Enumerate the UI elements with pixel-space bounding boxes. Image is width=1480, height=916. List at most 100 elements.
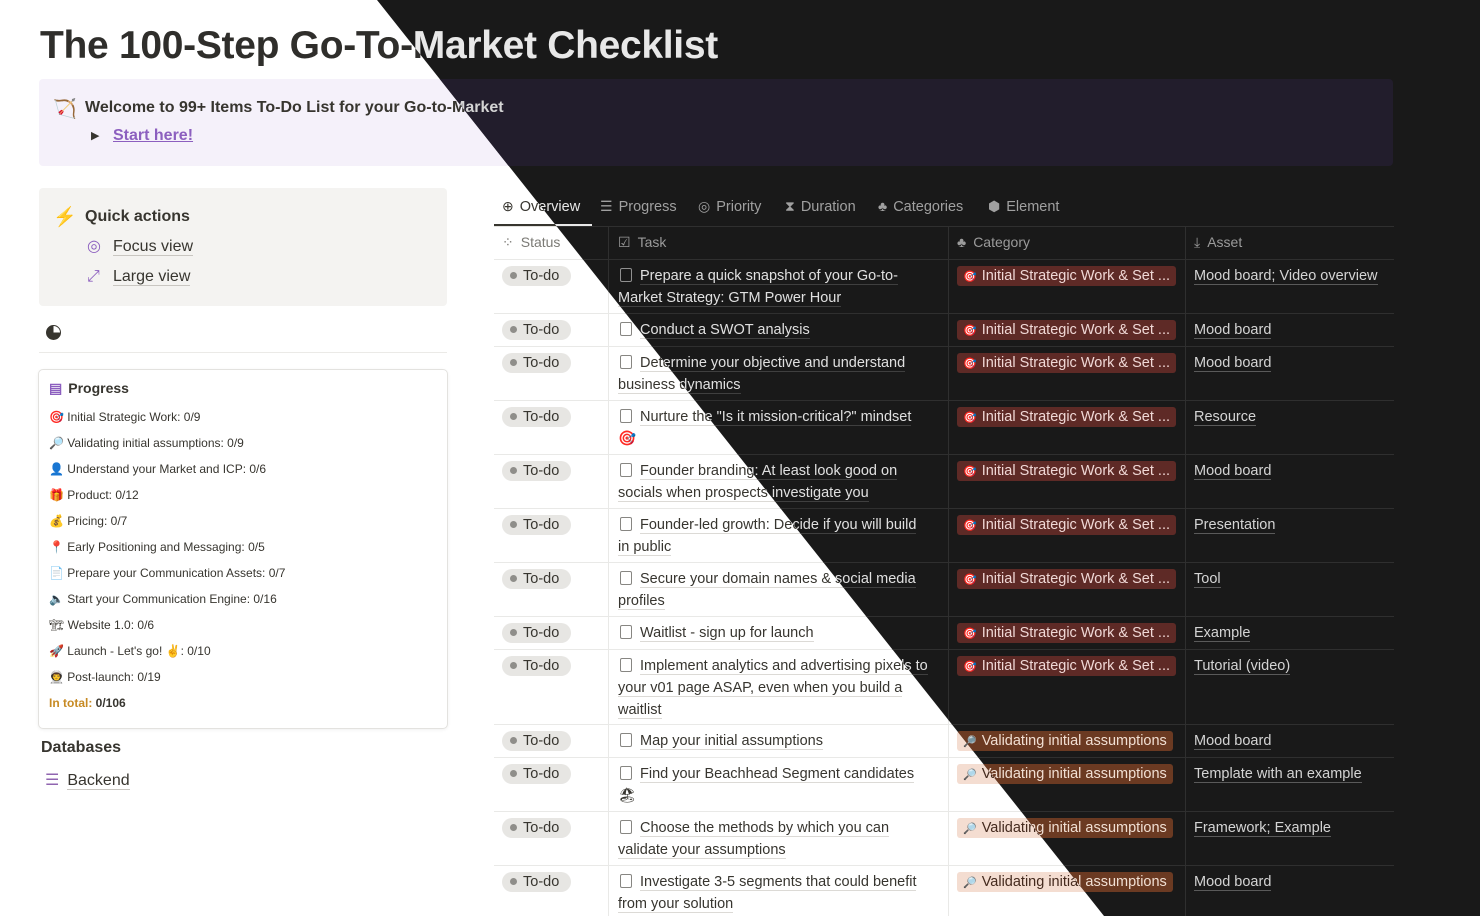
category-tag[interactable]: 🎯Initial Strategic Work & Set ... bbox=[957, 407, 1177, 427]
tab-duration[interactable]: ⧗Duration bbox=[785, 198, 856, 215]
task-title[interactable]: Find your Beachhead Segment candidates🏖 bbox=[618, 763, 940, 807]
focus-view-link[interactable]: ◎ Focus view bbox=[87, 236, 194, 256]
view-tabs: ⊕Overview ☰Progress ◎Priority ⧗Duration … bbox=[494, 190, 1394, 226]
progress-row: 📍 Early Positioning and Messaging: 0/5 bbox=[49, 540, 265, 554]
hourglass-icon: ⧗ bbox=[785, 198, 795, 214]
status-pill[interactable]: To-do bbox=[502, 656, 572, 676]
expand-icon: ⤢ bbox=[87, 268, 100, 285]
progress-row: 💰 Pricing: 0/7 bbox=[49, 514, 128, 528]
progress-row: 🔎 Validating initial assumptions: 0/9 bbox=[49, 436, 244, 450]
category-tag[interactable]: 🔎Validating initial assumptions bbox=[957, 731, 1173, 751]
column-header-category[interactable]: ♣Category bbox=[957, 226, 1030, 259]
shapes-icon: ♣ bbox=[957, 234, 967, 250]
start-here-link[interactable]: Start here! bbox=[113, 127, 193, 145]
tab-priority[interactable]: ◎Priority bbox=[698, 198, 761, 215]
asset-links[interactable]: Framework; Example bbox=[1194, 817, 1331, 839]
pie-chart-icon bbox=[46, 325, 61, 340]
target-icon: ◎ bbox=[698, 198, 711, 214]
asset-links[interactable]: Tool bbox=[1194, 568, 1221, 590]
status-pill[interactable]: To-do bbox=[502, 515, 572, 535]
task-title[interactable]: Choose the methods by which you canvalid… bbox=[618, 817, 940, 861]
progress-card: ▤ Progress 🎯 Initial Strategic Work: 0/9 … bbox=[38, 369, 448, 729]
page-icon bbox=[620, 766, 632, 780]
category-tag[interactable]: 🎯Initial Strategic Work & Set ... bbox=[957, 461, 1177, 481]
progress-row: 👤 Understand your Market and ICP: 0/6 bbox=[49, 462, 267, 476]
status-pill[interactable]: To-do bbox=[502, 407, 572, 427]
status-pill[interactable]: To-do bbox=[502, 353, 572, 373]
asset-links[interactable]: Resource bbox=[1194, 406, 1257, 428]
column-divider bbox=[1185, 226, 1186, 916]
page-icon bbox=[620, 517, 632, 531]
status-pill[interactable]: To-do bbox=[502, 461, 572, 481]
category-tag[interactable]: 🎯Initial Strategic Work & Set ... bbox=[957, 623, 1177, 643]
target-icon: ◎ bbox=[87, 238, 101, 255]
task-title[interactable]: Conduct a SWOT analysis bbox=[618, 319, 940, 341]
column-header-status[interactable]: ⁘Status bbox=[502, 226, 560, 259]
column-header-task[interactable]: ☑Task bbox=[618, 226, 666, 259]
page-icon bbox=[620, 658, 632, 672]
category-tag[interactable]: 🎯Initial Strategic Work & Set ... bbox=[957, 515, 1177, 535]
page-icon bbox=[620, 409, 632, 423]
task-title[interactable]: Investigate 3-5 segments that could bene… bbox=[618, 871, 940, 915]
shapes-icon: ♣ bbox=[878, 198, 888, 214]
progress-row: 🔈 Start your Communication Engine: 0/16 bbox=[49, 592, 277, 606]
asset-links[interactable]: Presentation bbox=[1194, 514, 1276, 536]
large-view-link[interactable]: ⤢ Large view bbox=[87, 268, 191, 286]
asset-links[interactable]: Mood board; Video overview bbox=[1194, 265, 1378, 287]
divider bbox=[39, 352, 447, 353]
category-tag[interactable]: 🎯Initial Strategic Work & Set ... bbox=[957, 353, 1177, 373]
databases-heading: Databases bbox=[41, 739, 122, 756]
progress-row: 🎁 Product: 0/12 bbox=[49, 488, 139, 502]
category-tag[interactable]: 🎯Initial Strategic Work & Set ... bbox=[957, 266, 1177, 286]
quick-actions-title: Quick actions bbox=[85, 208, 190, 225]
task-title[interactable]: Prepare a quick snapshot of your Go-to-M… bbox=[618, 265, 940, 309]
column-header-asset[interactable]: ⤓Asset bbox=[1194, 226, 1242, 259]
page-icon bbox=[620, 268, 632, 282]
checkbox-icon: ☑ bbox=[618, 234, 631, 250]
page-icon bbox=[620, 355, 632, 369]
status-pill[interactable]: To-do bbox=[502, 731, 572, 751]
bow-arrow-icon: 🏹 bbox=[53, 99, 77, 120]
row-divider bbox=[494, 259, 1394, 260]
asset-links[interactable]: Mood board bbox=[1194, 352, 1272, 374]
status-pill[interactable]: To-do bbox=[502, 623, 572, 643]
page-icon bbox=[620, 820, 632, 834]
page-icon bbox=[620, 463, 632, 477]
asset-links[interactable]: Tutorial (video) bbox=[1194, 655, 1291, 677]
asset-links[interactable]: Mood board bbox=[1194, 319, 1272, 341]
progress-row: 🏗 Website 1.0: 0/6 bbox=[49, 618, 155, 632]
asset-links[interactable]: Example bbox=[1194, 622, 1251, 644]
backend-database-link[interactable]: ☰ Backend bbox=[45, 770, 130, 790]
page-icon bbox=[620, 874, 632, 888]
chart-icon: ▤ bbox=[49, 380, 63, 396]
status-pill[interactable]: To-do bbox=[502, 569, 572, 589]
tab-element[interactable]: ⬢Element bbox=[988, 198, 1059, 215]
category-tag[interactable]: 🎯Initial Strategic Work & Set ... bbox=[957, 569, 1177, 589]
tab-categories[interactable]: ♣Categories bbox=[878, 198, 963, 215]
asset-links[interactable]: Template with an example bbox=[1194, 763, 1362, 785]
status-pill[interactable]: To-do bbox=[502, 818, 572, 838]
progress-row: 🚀 Launch - Let's go! ✌️: 0/10 bbox=[49, 644, 211, 658]
asset-links[interactable]: Mood board bbox=[1194, 730, 1272, 752]
task-title[interactable]: Map your initial assumptions bbox=[618, 730, 940, 752]
lightning-icon: ⚡ bbox=[53, 207, 77, 228]
status-pill[interactable]: To-do bbox=[502, 320, 572, 340]
category-tag[interactable]: 🎯Initial Strategic Work & Set ... bbox=[957, 656, 1177, 676]
status-pill[interactable]: To-do bbox=[502, 764, 572, 784]
asset-links[interactable]: Mood board bbox=[1194, 460, 1272, 482]
globe-icon: ⊕ bbox=[502, 198, 514, 214]
checklist-icon: ☰ bbox=[600, 198, 613, 214]
quick-actions-callout: ⚡ Quick actions ◎ Focus view ⤢ Large view bbox=[39, 188, 447, 306]
column-divider bbox=[608, 226, 609, 916]
row-divider bbox=[494, 313, 1394, 314]
task-title[interactable]: Implement analytics and advertising pixe… bbox=[618, 655, 940, 721]
category-tag[interactable]: 🎯Initial Strategic Work & Set ... bbox=[957, 320, 1177, 340]
status-pill[interactable]: To-do bbox=[502, 872, 572, 892]
status-pill[interactable]: To-do bbox=[502, 266, 572, 286]
page-icon bbox=[620, 571, 632, 585]
page-icon bbox=[620, 733, 632, 747]
asset-links[interactable]: Mood board bbox=[1194, 871, 1272, 893]
progress-row: 🎯 Initial Strategic Work: 0/9 bbox=[49, 410, 201, 424]
tab-progress[interactable]: ☰Progress bbox=[600, 198, 677, 215]
toggle-triangle-icon[interactable]: ▶ bbox=[91, 129, 99, 142]
